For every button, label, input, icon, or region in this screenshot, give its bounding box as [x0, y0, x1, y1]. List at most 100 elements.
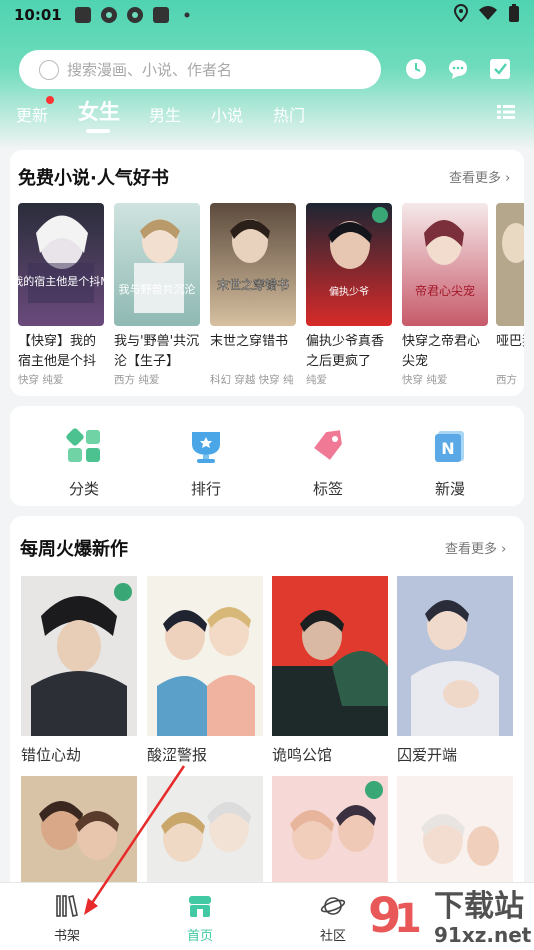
planet-icon [320, 893, 346, 919]
svg-text:帝君心尖宠: 帝君心尖宠 [415, 283, 475, 298]
svg-text:偏执少爷: 偏执少爷 [329, 285, 369, 298]
bookshelf-icon [54, 893, 80, 919]
status-bar: 10:01 [0, 0, 534, 30]
site-watermark: 9 1 下载站 91xz.net [364, 880, 534, 950]
nav-community-label: 社区 [319, 929, 346, 944]
novel-title: 偏执少爷真香之后更疯了 [306, 334, 385, 369]
free-novels-title: 免费小说·人气好书 [18, 168, 169, 189]
comic-title: 酸涩警报 [147, 746, 208, 764]
comic-cover [21, 576, 137, 736]
new-comic-icon: N [432, 428, 468, 464]
svg-text:1: 1 [394, 896, 422, 942]
header-actions [405, 58, 511, 80]
comic-item[interactable]: 诡鸣公馆 [272, 576, 388, 765]
history-clock-icon[interactable] [405, 58, 427, 80]
novel-cover: 偏执少爷 [306, 203, 392, 326]
message-icon[interactable] [447, 58, 469, 80]
tab-update[interactable]: 更新 [16, 102, 48, 126]
comic-item[interactable]: 酸涩警报 [147, 576, 263, 765]
tag-icon [310, 428, 346, 464]
search-placeholder: 搜索漫画、小说、作者名 [67, 61, 233, 79]
search-input[interactable]: 搜索漫画、小说、作者名 [19, 50, 381, 89]
novel-cover: 末世之穿错书 [210, 203, 296, 326]
comic-item[interactable]: 囚爱开端 [397, 576, 513, 765]
category-grid-icon [66, 428, 102, 464]
gear-notification-icon [100, 6, 118, 24]
ranking-label: 排行 [190, 480, 221, 498]
rank-trophy-icon [188, 428, 224, 464]
free-novels-more-link[interactable]: 查看更多 › [449, 167, 510, 186]
weekly-hits-card: 每周火爆新作 查看更多 › 错位心劫 酸涩警报 诡鸣公馆 囚爱开端 [10, 516, 524, 936]
weekly-hits-more-label: 查看更多 [445, 542, 498, 557]
nav-community[interactable]: 社区 [298, 893, 368, 944]
update-red-dot [46, 96, 54, 104]
comic-cover [272, 576, 388, 736]
novel-tags: 西方 [496, 374, 517, 386]
novel-cover: 我与野兽共沉沦 [114, 203, 200, 326]
novel-item[interactable]: 偏执少爷 偏执少爷真香之后更疯了 纯爱 [306, 203, 392, 387]
channel-tabs: 更新 女生 男生 小说 热门 [0, 96, 534, 133]
category-shortcuts-card: 分类 排行 标签 N 新漫 [10, 406, 524, 506]
novel-cover [496, 203, 524, 326]
novel-cover: 帝君心尖宠 [402, 203, 488, 326]
active-tab-indicator [86, 129, 110, 133]
category-label: 分类 [68, 480, 99, 498]
free-novels-card: 免费小说·人气好书 查看更多 › 我的宿主他是个抖M 【快穿】我的宿主他是个抖 … [10, 150, 524, 396]
novel-item[interactable]: 末世之穿错书 末世之穿错书 科幻 穿越 快穿 纯 [210, 203, 296, 387]
nav-bookshelf-label: 书架 [53, 929, 80, 944]
new-comic-shortcut[interactable]: N 新漫 [410, 428, 490, 499]
novel-item[interactable]: 我与野兽共沉沦 我与'野兽'共沉沦【生子】 西方 纯爱 [114, 203, 200, 387]
tab-menu-icon[interactable] [497, 104, 515, 120]
comic-title: 囚爱开端 [397, 746, 458, 764]
tab-novel[interactable]: 小说 [211, 102, 243, 126]
novel-tags: 快穿 纯爱 [402, 374, 448, 386]
notification-icon [74, 6, 92, 24]
wifi-icon [478, 5, 498, 25]
home-icon [187, 893, 213, 919]
comic-cover [397, 576, 513, 736]
battery-icon [508, 3, 520, 27]
watermark-text: 下载站 [434, 889, 524, 924]
more-notifications-dot [178, 6, 196, 24]
weekly-hits-more-link[interactable]: 查看更多 › [445, 538, 506, 557]
comic-cover [147, 576, 263, 736]
new-comic-label: 新漫 [434, 480, 465, 498]
tags-shortcut[interactable]: 标签 [288, 428, 368, 499]
comic-title: 错位心劫 [21, 746, 82, 764]
category-shortcut[interactable]: 分类 [44, 428, 124, 499]
free-novels-more-label: 查看更多 [449, 171, 502, 186]
svg-text:末世之穿错书: 末世之穿错书 [217, 277, 289, 292]
nav-home-label: 首页 [186, 929, 213, 944]
svg-text:我与野兽共沉沦: 我与野兽共沉沦 [119, 282, 196, 296]
novel-tags: 西方 纯爱 [114, 374, 160, 386]
novel-tags: 纯爱 [306, 374, 327, 386]
watermark-url: 91xz.net [434, 923, 532, 947]
novel-item[interactable]: 我的宿主他是个抖M 【快穿】我的宿主他是个抖 快穿 纯爱 [18, 203, 104, 387]
novel-tags: 快穿 纯爱 [18, 374, 64, 386]
novel-item-partial[interactable]: 哑巴妻 西方 [496, 203, 524, 396]
status-time: 10:01 [14, 6, 62, 24]
app-notification-icon [152, 6, 170, 24]
svg-text:N: N [441, 439, 454, 458]
tab-hot[interactable]: 热门 [273, 102, 305, 126]
tab-male[interactable]: 男生 [149, 102, 181, 126]
weekly-hits-title: 每周火爆新作 [20, 539, 128, 560]
novel-title: 哑巴妻 [496, 334, 524, 349]
novel-title: 【快穿】我的宿主他是个抖 [18, 334, 97, 369]
search-icon [39, 59, 59, 80]
novel-title: 快穿之帝君心尖宠 [402, 334, 481, 369]
location-icon [453, 3, 469, 26]
ranking-shortcut[interactable]: 排行 [166, 428, 246, 499]
checkin-icon[interactable] [489, 58, 511, 80]
novel-title: 我与'野兽'共沉沦【生子】 [114, 334, 200, 369]
comic-item[interactable]: 错位心劫 [21, 576, 137, 765]
tab-female[interactable]: 女生 [78, 96, 120, 126]
svg-text:我的宿主他是个抖M: 我的宿主他是个抖M [18, 274, 104, 288]
comic-title: 诡鸣公馆 [272, 746, 333, 764]
nav-home[interactable]: 首页 [165, 893, 235, 944]
tags-label: 标签 [312, 480, 343, 498]
gear-notification-icon-2 [126, 6, 144, 24]
novel-item[interactable]: 帝君心尖宠 快穿之帝君心尖宠 快穿 纯爱 [402, 203, 488, 387]
novel-cover: 我的宿主他是个抖M [18, 203, 104, 326]
nav-bookshelf[interactable]: 书架 [32, 893, 102, 944]
